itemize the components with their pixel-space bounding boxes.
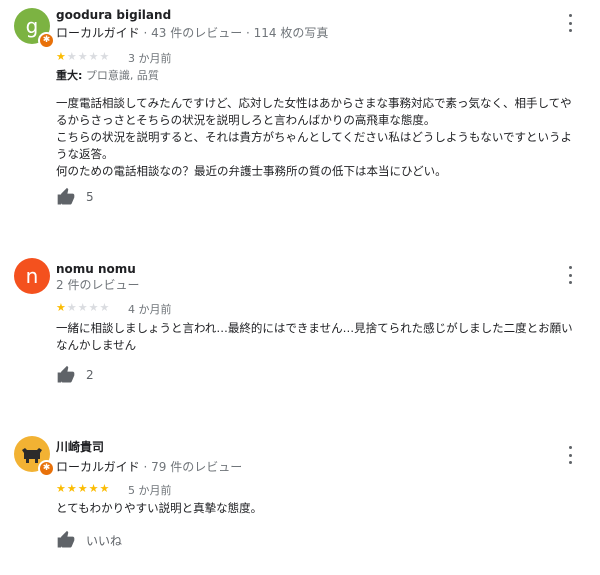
more-options-icon[interactable] bbox=[565, 14, 575, 32]
star-rating: ★★★★★ bbox=[56, 482, 111, 495]
star-rating: ★★★★★ bbox=[56, 50, 111, 63]
like-button[interactable]: 5 bbox=[56, 187, 94, 207]
review-text: 一度電話相談してみたんですけど、応対した女性はあからさまな事務対応で素っ気なく、… bbox=[56, 95, 596, 180]
like-button[interactable]: 2 bbox=[56, 365, 94, 385]
reviewer-avatar[interactable]: ✱ bbox=[14, 436, 55, 477]
reviewer-name[interactable]: 川崎貴司 bbox=[56, 438, 104, 455]
thumbs-up-icon bbox=[57, 530, 75, 548]
review-text-line: 何のための電話相談なの？最近の弁護士事務所の質の低下は本当にひどい。 bbox=[56, 164, 447, 178]
thumbs-up-icon bbox=[57, 187, 75, 205]
star-rating: ★★★★★ bbox=[56, 301, 111, 314]
reviewer-name[interactable]: goodura bigiland bbox=[56, 8, 171, 22]
review-tags: 重大: プロ意識, 品質 bbox=[56, 67, 159, 83]
review-time: 3 か月前 bbox=[128, 52, 172, 65]
like-count: 2 bbox=[86, 368, 94, 382]
review-text-line: 一緒に相談しましょうと言われ…最終的にはできません…見捨てられた感じがしました二… bbox=[56, 321, 573, 335]
reviewer-meta[interactable]: ローカルガイド · 79 件のレビュー bbox=[56, 458, 242, 475]
like-label: いいね bbox=[86, 533, 123, 548]
review-photo-count: · 43 件のレビュー · 114 枚の写真 bbox=[143, 26, 329, 40]
like-count: 5 bbox=[86, 190, 94, 204]
local-guide-badge-icon: ✱ bbox=[38, 32, 55, 49]
local-guide-label: ローカルガイド bbox=[56, 26, 140, 40]
review-text-line: なんかしません bbox=[56, 338, 137, 352]
more-options-icon[interactable] bbox=[565, 266, 575, 284]
review-text-line: 一度電話相談してみたんですけど、応対した女性はあからさまな事務対応で素っ気なく、… bbox=[56, 96, 572, 110]
review-text: とてもわかりやすい説明と真摯な態度。 bbox=[56, 500, 596, 517]
review-text: 一緒に相談しましょうと言われ…最終的にはできません…見捨てられた感じがしました二… bbox=[56, 320, 596, 354]
avatar-letter: n bbox=[25, 264, 39, 288]
tags-value: プロ意識, 品質 bbox=[85, 69, 159, 82]
review-time: 5 か月前 bbox=[128, 484, 172, 497]
review-text-line: とてもわかりやすい説明と真摯な態度。 bbox=[56, 501, 263, 515]
thumbs-up-icon bbox=[57, 365, 75, 383]
reviewer-avatar[interactable]: g ✱ bbox=[14, 8, 55, 49]
local-guide-label: ローカルガイド bbox=[56, 460, 140, 474]
review-text-line: るからさっさとそちらの状況を説明しろと言わんばかりの高飛車な態度。 bbox=[56, 113, 436, 127]
reviewer-avatar[interactable]: n bbox=[14, 258, 50, 294]
local-guide-badge-icon: ✱ bbox=[38, 460, 55, 477]
review-text-line: こちらの状況を説明すると、それは貴方がちゃんとしてください私はどうしようもないで… bbox=[56, 130, 572, 144]
reviewer-name[interactable]: nomu nomu bbox=[56, 262, 136, 276]
reviewer-meta[interactable]: ローカルガイド · 43 件のレビュー · 114 枚の写真 bbox=[56, 24, 328, 41]
review-time: 4 か月前 bbox=[128, 303, 172, 316]
like-button[interactable]: いいね bbox=[56, 530, 122, 550]
tags-label: 重大: bbox=[56, 69, 83, 82]
review-count: · 79 件のレビュー bbox=[143, 460, 243, 474]
review-text-line: うな返答。 bbox=[56, 147, 114, 161]
avatar-letter: g bbox=[25, 14, 39, 38]
reviewer-meta[interactable]: 2 件のレビュー bbox=[56, 276, 139, 293]
more-options-icon[interactable] bbox=[565, 446, 575, 464]
